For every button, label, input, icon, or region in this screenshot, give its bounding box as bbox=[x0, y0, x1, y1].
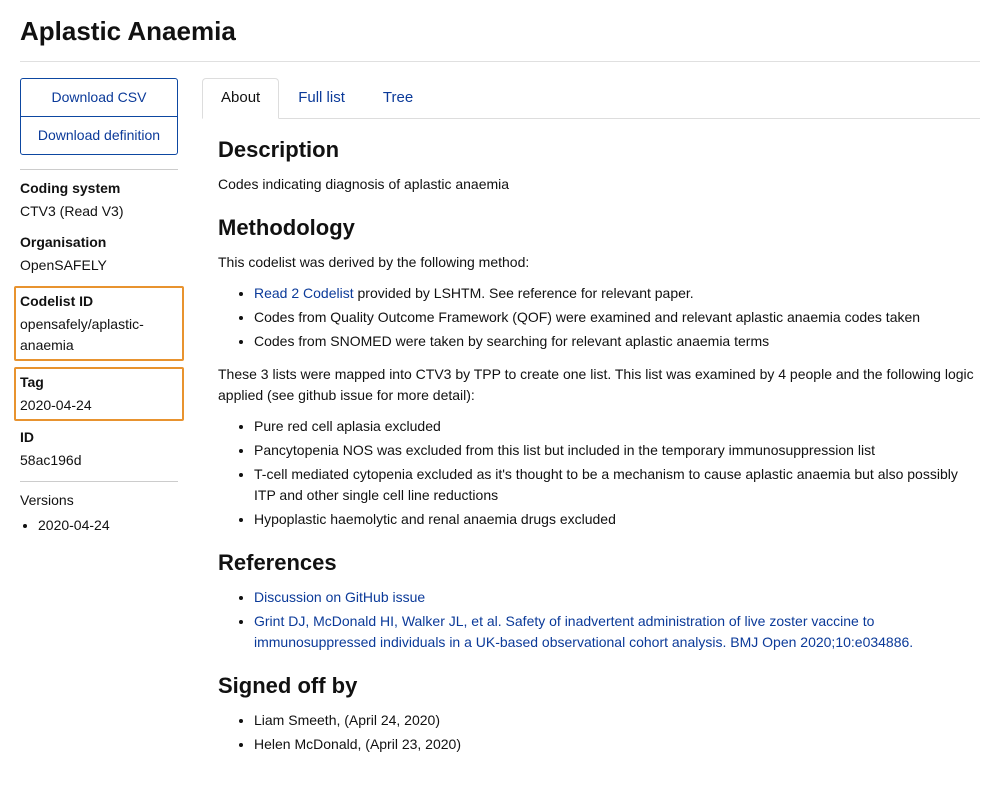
versions-label: Versions bbox=[20, 490, 178, 511]
list-item: Codes from SNOMED were taken by searchin… bbox=[254, 331, 980, 352]
coding-system-value: CTV3 (Read V3) bbox=[20, 201, 178, 222]
signed-off-list: Liam Smeeth, (April 24, 2020) Helen McDo… bbox=[254, 710, 980, 755]
tab-content: Description Codes indicating diagnosis o… bbox=[202, 133, 980, 755]
tag-value: 2020-04-24 bbox=[20, 395, 178, 416]
coding-system-label: Coding system bbox=[20, 178, 178, 199]
methodology-exclusions-list: Pure red cell aplasia excluded Pancytope… bbox=[254, 416, 980, 530]
organisation-label: Organisation bbox=[20, 232, 178, 253]
methodology-mapping-note: These 3 lists were mapped into CTV3 by T… bbox=[218, 364, 980, 406]
list-item: Hypoplastic haemolytic and renal anaemia… bbox=[254, 509, 980, 530]
list-item: Grint DJ, McDonald HI, Walker JL, et al.… bbox=[254, 611, 980, 653]
download-definition-link[interactable]: Download definition bbox=[21, 116, 177, 154]
list-item: Liam Smeeth, (April 24, 2020) bbox=[254, 710, 980, 731]
reference-link[interactable]: Discussion on GitHub issue bbox=[254, 589, 425, 605]
read2-rest: provided by LSHTM. See reference for rel… bbox=[354, 285, 694, 301]
description-heading: Description bbox=[218, 133, 980, 166]
sidebar: Download CSV Download definition Coding … bbox=[20, 78, 178, 536]
signed-off-heading: Signed off by bbox=[218, 669, 980, 702]
download-csv-link[interactable]: Download CSV bbox=[21, 79, 177, 116]
methodology-heading: Methodology bbox=[218, 211, 980, 244]
page-title: Aplastic Anaemia bbox=[20, 12, 980, 51]
codelist-id-value: opensafely/aplastic-anaemia bbox=[20, 314, 178, 356]
codelist-id-highlight: Codelist ID opensafely/aplastic-anaemia bbox=[14, 286, 184, 361]
tab-tree[interactable]: Tree bbox=[364, 78, 432, 119]
tag-label: Tag bbox=[20, 372, 178, 393]
sidebar-divider-2 bbox=[20, 481, 178, 482]
tab-about[interactable]: About bbox=[202, 78, 279, 119]
list-item: T-cell mediated cytopenia excluded as it… bbox=[254, 464, 980, 506]
download-box: Download CSV Download definition bbox=[20, 78, 178, 155]
sidebar-divider bbox=[20, 169, 178, 170]
references-heading: References bbox=[218, 546, 980, 579]
versions-list: 2020-04-24 bbox=[38, 515, 178, 536]
list-item: Helen McDonald, (April 23, 2020) bbox=[254, 734, 980, 755]
tabs: About Full list Tree bbox=[202, 78, 980, 119]
methodology-sources-list: Read 2 Codelist provided by LSHTM. See r… bbox=[254, 283, 980, 352]
tab-full-list[interactable]: Full list bbox=[279, 78, 364, 119]
title-divider bbox=[20, 61, 980, 62]
description-text: Codes indicating diagnosis of aplastic a… bbox=[218, 174, 980, 195]
methodology-intro: This codelist was derived by the followi… bbox=[218, 252, 980, 273]
codelist-id-label: Codelist ID bbox=[20, 291, 178, 312]
id-label: ID bbox=[20, 427, 178, 448]
organisation-value: OpenSAFELY bbox=[20, 255, 178, 276]
read2-codelist-link[interactable]: Read 2 Codelist bbox=[254, 285, 354, 301]
references-list: Discussion on GitHub issue Grint DJ, McD… bbox=[254, 587, 980, 653]
list-item: Discussion on GitHub issue bbox=[254, 587, 980, 608]
list-item: Pure red cell aplasia excluded bbox=[254, 416, 980, 437]
reference-link[interactable]: Grint DJ, McDonald HI, Walker JL, et al.… bbox=[254, 613, 913, 650]
tag-highlight: Tag 2020-04-24 bbox=[14, 367, 184, 421]
main: About Full list Tree Description Codes i… bbox=[202, 78, 980, 767]
id-value: 58ac196d bbox=[20, 450, 178, 471]
list-item: Read 2 Codelist provided by LSHTM. See r… bbox=[254, 283, 980, 304]
list-item: Codes from Quality Outcome Framework (QO… bbox=[254, 307, 980, 328]
list-item: Pancytopenia NOS was excluded from this … bbox=[254, 440, 980, 461]
version-item[interactable]: 2020-04-24 bbox=[38, 515, 178, 536]
layout: Download CSV Download definition Coding … bbox=[20, 78, 980, 767]
